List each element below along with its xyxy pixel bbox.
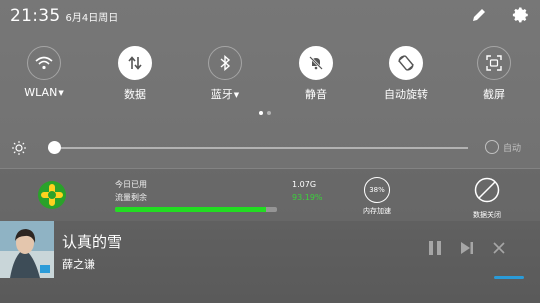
status-row: 21:35 6月4日周日: [10, 6, 118, 30]
wifi-icon[interactable]: [27, 46, 61, 80]
page-dot-active: [259, 111, 263, 115]
memory-percent: 38%: [364, 177, 390, 203]
page-indicator: [259, 111, 271, 115]
toggle-bluetooth[interactable]: 蓝牙▼: [185, 46, 265, 102]
remaining-value: 93.19%: [292, 193, 323, 202]
song-title: 认真的雪: [62, 233, 123, 251]
memory-boost-button[interactable]: 38% 内存加速: [363, 177, 391, 216]
toggle-mobile-data[interactable]: 数据: [95, 46, 175, 102]
brightness-slider-handle[interactable]: [48, 141, 62, 154]
clock: 21:35: [10, 6, 61, 26]
toggle-mute[interactable]: 静音: [276, 46, 356, 102]
bell-off-icon[interactable]: [299, 46, 333, 80]
mobile-data-icon[interactable]: [118, 46, 152, 80]
top-actions: [468, 4, 532, 26]
media-card[interactable]: 认真的雪 薛之谦: [0, 221, 540, 303]
toggle-label: 静音: [305, 88, 327, 101]
used-label: 今日已用: [115, 180, 147, 189]
toggle-label: 截屏: [483, 88, 505, 101]
media-controls: [426, 239, 508, 257]
quick-toggles: WLAN▼ 数据 蓝牙▼ 静音 自动旋转 截屏: [0, 46, 540, 106]
media-progress: [494, 276, 524, 279]
auto-brightness-toggle[interactable]: 自动: [485, 140, 521, 154]
remaining-label: 流量剩余: [115, 193, 147, 202]
date: 6月4日周日: [65, 13, 119, 24]
artist-name: 薛之谦: [62, 258, 95, 271]
toggle-screenshot[interactable]: 截屏: [454, 46, 534, 102]
brightness-row: 自动: [0, 136, 540, 160]
toggle-wlan[interactable]: WLAN▼: [4, 46, 84, 99]
toggle-label: WLAN: [24, 86, 58, 99]
toggle-label: 自动旋转: [384, 88, 428, 101]
caret-down-icon: ▼: [58, 89, 64, 97]
page-dot: [267, 111, 271, 115]
data-values: 1.07G 93.19%: [292, 178, 323, 204]
data-off-label: 数据关闭: [473, 211, 501, 219]
security-app-logo: [36, 179, 68, 211]
auto-brightness-label: 自动: [503, 143, 522, 154]
rotate-icon[interactable]: [389, 46, 423, 80]
gear-icon[interactable]: [510, 4, 532, 26]
close-icon[interactable]: [490, 239, 508, 257]
brightness-slider-track[interactable]: [48, 147, 468, 149]
toggle-label: 数据: [124, 88, 146, 101]
no-data-icon: [474, 177, 500, 203]
toggle-label: 蓝牙: [210, 88, 233, 101]
data-labels: 今日已用 流量剩余: [115, 178, 147, 204]
used-value: 1.07G: [292, 180, 317, 189]
data-usage-bar: [115, 207, 277, 212]
notification-shade: 21:35 6月4日周日 WLAN▼ 数据 蓝牙▼ 静音 自动旋转 截屏 自动 …: [0, 0, 540, 303]
checkbox-icon[interactable]: [485, 140, 499, 154]
data-off-button[interactable]: 数据关闭: [470, 177, 504, 220]
pause-icon[interactable]: [426, 239, 444, 257]
album-cover: [0, 221, 54, 278]
next-icon[interactable]: [458, 239, 476, 257]
memory-label: 内存加速: [363, 207, 391, 215]
pencil-icon[interactable]: [468, 4, 490, 26]
screenshot-icon[interactable]: [477, 46, 511, 80]
bluetooth-icon[interactable]: [208, 46, 242, 80]
data-usage-card[interactable]: 今日已用 流量剩余 1.07G 93.19% 38% 内存加速 数据关闭: [0, 169, 540, 221]
data-usage-fill: [115, 207, 266, 212]
toggle-auto-rotate[interactable]: 自动旋转: [366, 46, 446, 102]
sun-icon: [11, 140, 27, 156]
caret-down-icon: ▼: [233, 91, 240, 99]
